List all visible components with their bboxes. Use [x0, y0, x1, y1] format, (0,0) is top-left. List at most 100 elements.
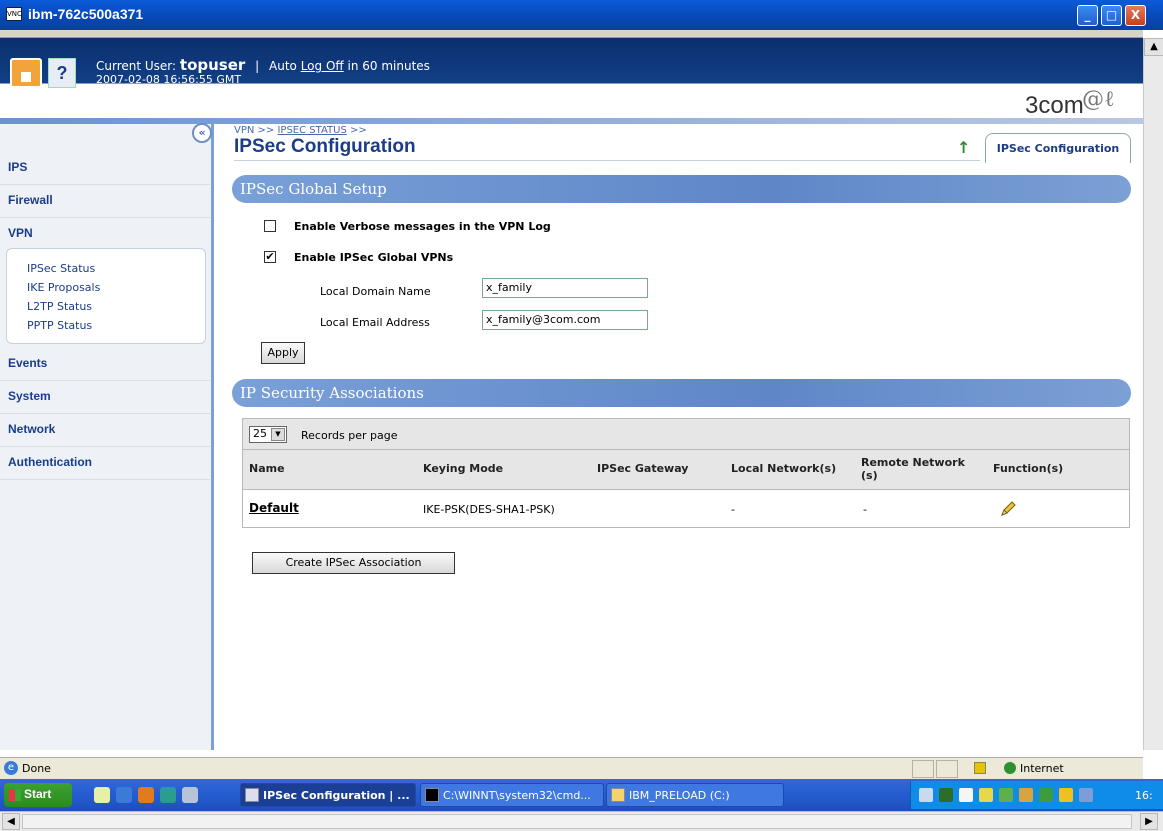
start-button[interactable]: Start: [4, 783, 72, 807]
association-default-link[interactable]: Default: [249, 501, 299, 515]
submenu-item-pptp-status[interactable]: PPTP Status: [27, 316, 205, 335]
scroll-up-icon[interactable]: ▲: [1144, 38, 1163, 56]
domain-name-input[interactable]: x_family: [482, 278, 648, 298]
tab-ipsec-configuration[interactable]: IPSec Configuration: [985, 133, 1131, 163]
up-arrow-icon[interactable]: ↑: [957, 138, 971, 157]
tray-arrow-icon[interactable]: [919, 788, 933, 802]
global-setup-heading: IPSec Global Setup: [232, 175, 1131, 203]
tray-app-icon[interactable]: [1059, 788, 1073, 802]
edit-pencil-icon[interactable]: [999, 500, 1017, 518]
task-label: C:\WINNT\system32\cmd...: [443, 789, 591, 802]
internet-zone-icon: [1004, 762, 1016, 774]
cmd-task-icon: [425, 788, 439, 802]
app-quicklaunch-icon[interactable]: [160, 787, 176, 803]
task-ipsec-configuration[interactable]: IPSec Configuration | ...: [240, 783, 416, 807]
page-title: IPSec Configuration: [234, 136, 416, 157]
logoff-link[interactable]: Log Off: [301, 59, 344, 73]
help-button[interactable]: ?: [48, 58, 76, 88]
task-cmd[interactable]: C:\WINNT\system32\cmd...: [420, 783, 604, 807]
vertical-scrollbar[interactable]: ▲: [1143, 38, 1163, 750]
local-network-cell: -: [731, 503, 735, 516]
keying-mode-cell: IKE-PSK(DES-SHA1-PSK): [423, 503, 555, 516]
logoff-suffix: in 60 minutes: [347, 59, 430, 73]
records-bar: 25 ▼ Records per page: [242, 418, 1130, 450]
sidebar-item-events[interactable]: Events: [0, 348, 210, 381]
minimize-button[interactable]: _: [1077, 5, 1098, 26]
records-per-page-select[interactable]: 25 ▼: [249, 426, 287, 443]
sidebar-item-ips[interactable]: IPS: [0, 152, 210, 185]
email-address-input[interactable]: x_family@3com.com: [482, 310, 648, 330]
current-user-label: Current User:: [96, 59, 177, 73]
column-keying-mode: Keying Mode: [423, 462, 504, 475]
domain-name-label: Local Domain Name: [320, 285, 431, 298]
security-zone-label: Internet: [1020, 762, 1064, 775]
sidebar-item-vpn[interactable]: VPN: [0, 218, 210, 251]
task-label: IPSec Configuration | ...: [263, 789, 410, 802]
show-desktop-icon[interactable]: [94, 787, 110, 803]
tray-app-icon[interactable]: [979, 788, 993, 802]
app-header: ? Current User: topuser | Auto Log Off i…: [0, 38, 1143, 120]
scroll-left-icon[interactable]: ◀: [2, 813, 20, 830]
task-ibm-preload[interactable]: IBM_PRELOAD (C:): [606, 783, 784, 807]
firefox-quicklaunch-icon[interactable]: [138, 787, 154, 803]
company-logo: 3com: [1025, 92, 1084, 119]
submenu-item-l2tp-status[interactable]: L2TP Status: [27, 297, 205, 316]
breadcrumb-ipsec-status-link[interactable]: IPSEC STATUS: [277, 125, 346, 136]
global-vpn-label: Enable IPSec Global VPNs: [294, 251, 454, 264]
windows-taskbar: Start IPSec Configuration | ... C:\WINNT…: [0, 779, 1163, 811]
maximize-button[interactable]: □: [1101, 5, 1122, 26]
tray-app-icon[interactable]: [959, 788, 973, 802]
network-quicklaunch-icon[interactable]: [182, 787, 198, 803]
tray-app-icon[interactable]: [1039, 788, 1053, 802]
task-label: IBM_PRELOAD (C:): [629, 789, 730, 802]
tray-app-icon[interactable]: [999, 788, 1013, 802]
remote-network-cell: -: [863, 503, 867, 516]
sidebar-item-system[interactable]: System: [0, 381, 210, 414]
window-title: ibm-762c500a371: [28, 6, 144, 22]
sidebar-item-network[interactable]: Network: [0, 414, 210, 447]
auto-label: Auto: [269, 59, 297, 73]
browser-statusbar: e Done Internet: [0, 757, 1143, 779]
column-remote-networks: Remote Network (s): [861, 456, 965, 482]
sidebar-item-authentication[interactable]: Authentication: [0, 447, 210, 480]
scrollbar-thumb[interactable]: [22, 814, 1132, 829]
folder-task-icon: [611, 788, 625, 802]
vpn-submenu: IPSec Status IKE Proposals L2TP Status P…: [6, 248, 206, 344]
current-user-line: Current User: topuser | Auto Log Off in …: [96, 56, 430, 74]
close-button[interactable]: X: [1125, 5, 1146, 26]
collapse-sidebar-button[interactable]: «: [192, 123, 212, 143]
scroll-right-icon[interactable]: ▶: [1140, 813, 1158, 830]
create-ipsec-association-button[interactable]: Create IPSec Association: [252, 552, 455, 574]
tray-clock: 16:: [1135, 789, 1153, 802]
submenu-item-ike-proposals[interactable]: IKE Proposals: [27, 278, 205, 297]
tray-app-icon[interactable]: [939, 788, 953, 802]
ie-page-icon: e: [4, 761, 18, 775]
window-titlebar: VNC ibm-762c500a371 _ □ X: [0, 0, 1163, 30]
verbose-checkbox[interactable]: [264, 220, 276, 232]
apply-button[interactable]: Apply: [261, 342, 305, 364]
submenu-item-ipsec-status[interactable]: IPSec Status: [27, 259, 205, 278]
header-datetime: 2007-02-08 16:56:55 GMT: [96, 73, 242, 86]
status-text: Done: [22, 762, 51, 775]
chevron-down-icon[interactable]: ▼: [271, 428, 285, 441]
breadcrumb: VPN >> IPSEC STATUS >>: [234, 125, 367, 136]
title-divider: [234, 160, 980, 161]
system-tray: 16:: [910, 781, 1163, 809]
lock-icon: [974, 762, 986, 774]
tray-app-icon[interactable]: [1019, 788, 1033, 802]
home-icon[interactable]: [10, 58, 42, 88]
ie-quicklaunch-icon[interactable]: [116, 787, 132, 803]
email-address-label: Local Email Address: [320, 316, 430, 329]
global-vpn-checkbox[interactable]: ✔: [264, 251, 276, 263]
logo-swirl-icon: @ℓ: [1082, 87, 1115, 112]
column-ipsec-gateway: IPSec Gateway: [597, 462, 689, 475]
associations-heading: IP Security Associations: [232, 379, 1131, 407]
sidebar-item-firewall[interactable]: Firewall: [0, 185, 210, 218]
browser-toolbar-strip: [0, 30, 1143, 38]
records-per-page-value: 25: [253, 427, 267, 440]
horizontal-scrollbar[interactable]: ◀ ▶: [0, 811, 1163, 831]
breadcrumb-root: VPN >>: [234, 125, 275, 136]
column-local-networks: Local Network(s): [731, 462, 837, 475]
tray-app-icon[interactable]: [1079, 788, 1093, 802]
verbose-label: Enable Verbose messages in the VPN Log: [294, 220, 551, 233]
